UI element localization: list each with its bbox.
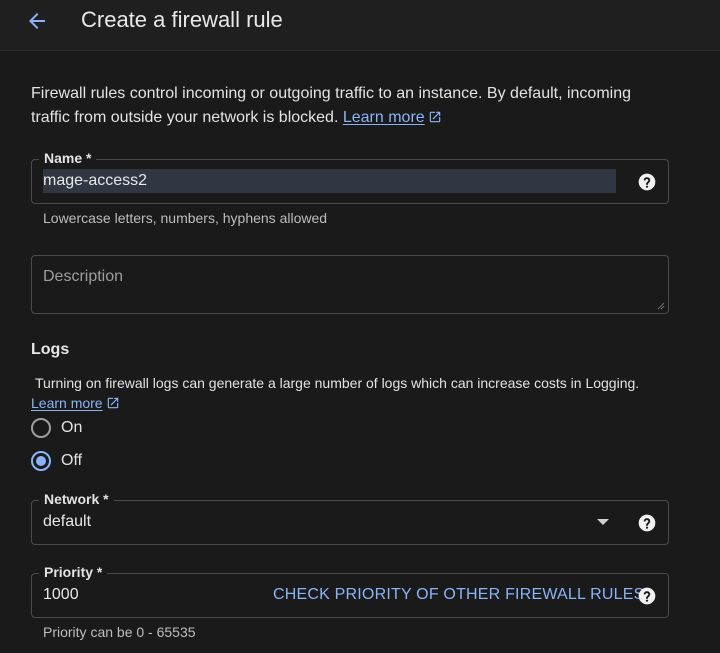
priority-field: Priority * 1000 CHECK PRIORITY OF OTHER … xyxy=(31,563,669,618)
back-button[interactable] xyxy=(22,6,52,36)
page-header: Create a firewall rule xyxy=(0,0,720,51)
logs-on-label: On xyxy=(61,419,83,436)
logs-on-radio[interactable] xyxy=(31,418,51,438)
help-icon[interactable] xyxy=(637,586,657,606)
logs-off-label: Off xyxy=(61,452,83,469)
intro-description: Firewall rules control incoming or outgo… xyxy=(31,85,632,126)
description-placeholder: Description xyxy=(43,268,124,285)
logs-off-radio[interactable] xyxy=(31,451,51,471)
check-priority-button[interactable]: CHECK PRIORITY OF OTHER FIREWALL RULES xyxy=(273,586,645,604)
learn-more-link[interactable]: Learn more xyxy=(343,109,425,126)
priority-label: Priority * xyxy=(39,563,108,581)
logs-title: Logs xyxy=(31,341,70,358)
description-field[interactable]: Description xyxy=(31,255,669,314)
resize-grip-icon[interactable] xyxy=(657,302,665,310)
logs-description-text: Turning on firewall logs can generate a … xyxy=(35,375,640,391)
network-label: Network * xyxy=(39,490,114,508)
logs-description: Turning on firewall logs can generate a … xyxy=(31,373,671,413)
name-field: Name * xyxy=(31,149,669,204)
chevron-down-icon[interactable] xyxy=(597,519,609,525)
open-in-new-icon xyxy=(107,397,118,409)
intro-text: Firewall rules control incoming or outgo… xyxy=(31,82,671,130)
logs-learn-more-link[interactable]: Learn more xyxy=(31,395,103,411)
help-icon[interactable] xyxy=(637,172,657,192)
name-label: Name * xyxy=(39,149,97,167)
page-title: Create a firewall rule xyxy=(81,7,283,32)
name-hint: Lowercase letters, numbers, hyphens allo… xyxy=(43,210,328,226)
priority-hint: Priority can be 0 - 65535 xyxy=(43,624,196,640)
priority-input[interactable]: 1000 xyxy=(43,586,79,604)
form-content: Firewall rules control incoming or outgo… xyxy=(0,51,720,653)
help-icon[interactable] xyxy=(637,513,657,533)
arrow-left-icon xyxy=(29,13,45,29)
network-value: default xyxy=(43,513,92,530)
open-in-new-icon xyxy=(429,111,440,123)
name-input[interactable] xyxy=(43,169,616,193)
network-select[interactable]: Network * default xyxy=(31,490,669,545)
